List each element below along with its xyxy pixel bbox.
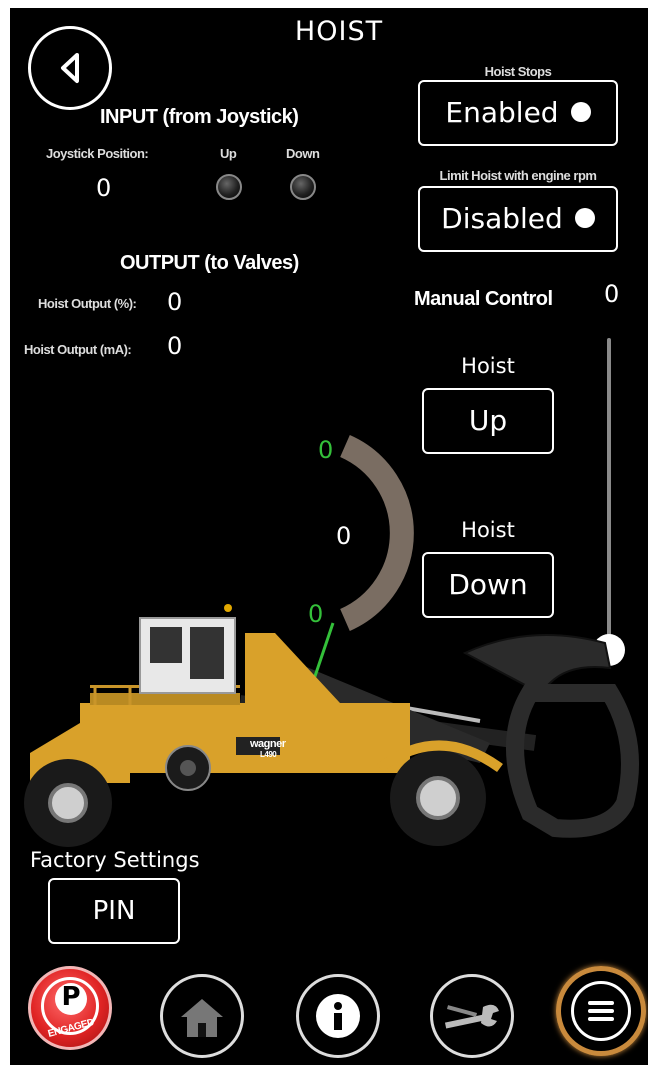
machine-brand: wagner xyxy=(250,738,286,750)
up-indicator-led xyxy=(216,174,242,200)
back-arrow-icon xyxy=(61,53,79,83)
down-indicator-label: Down xyxy=(286,146,320,161)
reach-stacker-illustration xyxy=(24,604,639,847)
parking-letter: P xyxy=(61,982,81,1012)
joystick-position-label: Joystick Position: xyxy=(46,146,149,161)
joystick-position-value: 0 xyxy=(96,174,112,202)
down-indicator-led xyxy=(290,174,316,200)
input-section-title: INPUT (from Joystick) xyxy=(100,106,299,128)
menu-button[interactable] xyxy=(556,966,646,1056)
home-icon xyxy=(181,999,223,1037)
limit-rpm-toggle[interactable]: Disabled xyxy=(418,186,618,252)
info-button[interactable] xyxy=(296,974,380,1058)
parking-brake-button[interactable]: P ENGAGED xyxy=(28,966,112,1050)
tools-button[interactable] xyxy=(430,974,514,1058)
pin-button[interactable]: PIN xyxy=(48,878,180,944)
gauge-center-value: 0 xyxy=(336,522,352,550)
manual-control-value: 0 xyxy=(604,280,620,308)
output-section-title: OUTPUT (to Valves) xyxy=(120,252,299,274)
hoist-stops-label: Hoist Stops xyxy=(484,64,552,79)
factory-settings-label: Factory Settings xyxy=(30,848,200,872)
hoist-up-button[interactable]: Up xyxy=(422,388,554,454)
wrench-screwdriver-icon xyxy=(444,1004,499,1029)
hoist-up-label: Hoist xyxy=(461,354,515,378)
up-indicator-label: Up xyxy=(220,146,237,161)
toggle-indicator-dot xyxy=(570,102,591,122)
info-icon xyxy=(316,994,360,1038)
hoist-stops-value: Enabled xyxy=(445,96,559,129)
back-button[interactable] xyxy=(28,26,112,110)
hamburger-menu-icon xyxy=(588,1001,614,1021)
hoist-stops-toggle[interactable]: Enabled xyxy=(418,80,618,146)
toggle-indicator-dot xyxy=(574,208,595,228)
home-button[interactable] xyxy=(160,974,244,1058)
hoist-down-label: Hoist xyxy=(461,518,515,542)
gauge-top-value: 0 xyxy=(318,436,334,464)
hoist-output-ma-value: 0 xyxy=(167,332,183,360)
limit-rpm-value: Disabled xyxy=(441,202,563,235)
hoist-output-pct-label: Hoist Output (%): xyxy=(38,296,137,311)
limit-rpm-label: Limit Hoist with engine rpm xyxy=(439,168,597,183)
manual-control-label: Manual Control xyxy=(414,288,553,310)
machine-model: L490 xyxy=(260,750,277,759)
hoist-output-pct-value: 0 xyxy=(167,288,183,316)
hoist-screen: HOIST INPUT (from Joystick) Joystick Pos… xyxy=(10,8,648,1065)
hoist-output-ma-label: Hoist Output (mA): xyxy=(24,342,132,357)
